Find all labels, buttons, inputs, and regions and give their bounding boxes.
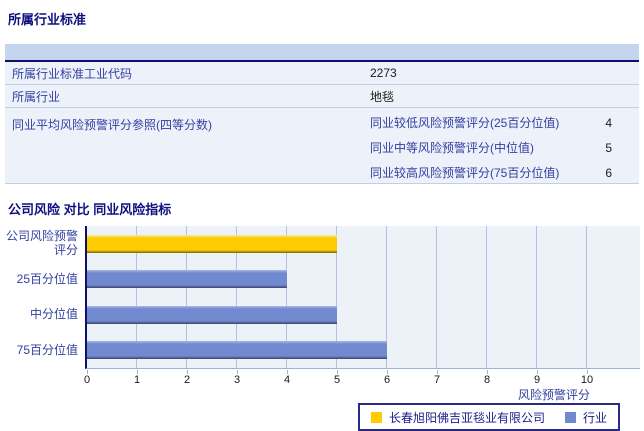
x-tick-label: 3 xyxy=(233,374,241,386)
subrow-value: 6 xyxy=(605,165,612,180)
bar-industry-median xyxy=(87,305,337,324)
x-tick-label: 10 xyxy=(580,374,594,386)
category-label-p25: 25百分位值 xyxy=(16,271,78,286)
category-label-p75: 75百分位值 xyxy=(16,343,78,358)
row-value-industry: 地毯 xyxy=(370,89,395,104)
chart-category-labels: 公司风险预警评分 25百分位值 中分位值 75百分位值 xyxy=(0,226,80,369)
category-label-median: 中分位值 xyxy=(29,307,78,322)
x-tick-label: 6 xyxy=(383,374,391,386)
row-label-peer-quartiles: 同业平均风险预警评分参照(四等分数) xyxy=(12,118,212,132)
row-label-industry: 所属行业 xyxy=(12,89,61,104)
subrow-label: 同业较高风险预警评分(75百分位值) xyxy=(370,166,560,180)
legend-swatch-company xyxy=(370,411,382,423)
table-row: 所属行业 地毯 xyxy=(5,85,639,108)
row-label-industry-code: 所属行业标准工业代码 xyxy=(12,66,133,81)
x-tick-label: 7 xyxy=(433,374,441,386)
subrow-value: 5 xyxy=(605,140,612,155)
subrow-low-risk: 同业较低风险预警评分(25百分位值) 4 xyxy=(370,110,612,135)
industry-standard-table: 所属行业标准工业代码 2273 所属行业 地毯 同业平均风险预警评分参照(四等分… xyxy=(5,44,639,184)
bar-row xyxy=(87,226,640,262)
subrow-value: 4 xyxy=(605,115,612,130)
subrow-label: 同业中等风险预警评分(中位值) xyxy=(370,141,534,155)
bar-row xyxy=(87,333,640,369)
section-title-industry-standard: 所属行业标准 xyxy=(8,12,87,27)
x-tick-label: 2 xyxy=(183,374,191,386)
section-title-risk-comparison: 公司风险 对比 同业风险指标 xyxy=(8,202,172,217)
x-tick-label: 9 xyxy=(533,374,541,386)
table-row: 同业平均风险预警评分参照(四等分数) 同业较低风险预警评分(25百分位值) 4 … xyxy=(5,108,639,184)
table-row: 所属行业标准工业代码 2273 xyxy=(5,62,639,85)
legend-label-company: 长春旭阳佛吉亚毯业有限公司 xyxy=(388,410,545,425)
peer-quartile-subrows: 同业较低风险预警评分(25百分位值) 4 同业中等风险预警评分(中位值) 5 同… xyxy=(370,110,612,185)
bar-industry-p25 xyxy=(87,270,287,289)
bar-company-score xyxy=(87,234,337,253)
table-header-band xyxy=(5,44,639,62)
subrow-label: 同业较低风险预警评分(25百分位值) xyxy=(370,116,560,130)
category-label-company-score: 公司风险预警评分 xyxy=(5,229,78,257)
bar-row xyxy=(87,297,640,333)
legend-label-industry: 行业 xyxy=(583,410,608,425)
x-axis-title: 风险预警评分 xyxy=(517,388,590,402)
chart-legend: 长春旭阳佛吉亚毯业有限公司 行业 xyxy=(358,403,620,431)
industry-risk-report: 所属行业标准 所属行业标准工业代码 2273 所属行业 地毯 同业平均风险预警评… xyxy=(0,0,644,431)
subrow-medium-risk: 同业中等风险预警评分(中位值) 5 xyxy=(370,135,612,160)
x-tick-label: 1 xyxy=(133,374,141,386)
x-tick-label: 5 xyxy=(333,374,341,386)
row-value-industry-code: 2273 xyxy=(370,66,397,80)
risk-bar-chart: 公司风险预警评分 25百分位值 中分位值 75百分位值 0 1 2 3 4 5 6 7 8 9 10… xyxy=(0,226,644,431)
x-tick-label: 0 xyxy=(83,374,91,386)
chart-plot-area xyxy=(85,226,640,369)
x-tick-label: 4 xyxy=(283,374,291,386)
x-tick-label: 8 xyxy=(483,374,491,386)
subrow-high-risk: 同业较高风险预警评分(75百分位值) 6 xyxy=(370,160,612,185)
legend-swatch-industry xyxy=(565,411,576,423)
bar-industry-p75 xyxy=(87,341,387,360)
bar-row xyxy=(87,262,640,298)
